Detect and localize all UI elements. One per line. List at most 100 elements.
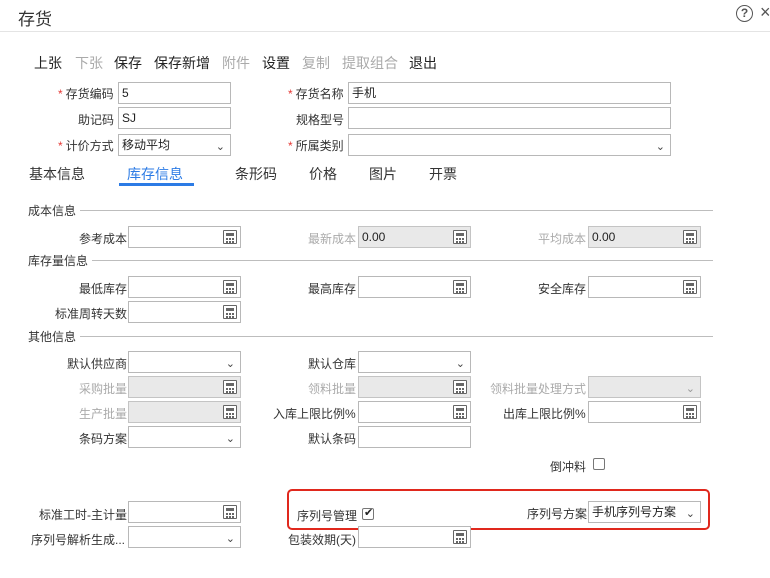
close-icon[interactable]: ×	[760, 2, 770, 23]
supplier-select[interactable]: ⌄	[128, 351, 241, 373]
avg-cost-label: 平均成本	[538, 232, 587, 246]
inbound-limit-input[interactable]	[358, 401, 471, 423]
warehouse-label: 默认仓库	[308, 357, 357, 371]
extract-combo-button[interactable]: 提取组合	[342, 53, 398, 73]
shelf-life-label: 包装效期(天)	[288, 533, 356, 547]
pick-batch-label: 领料批量	[308, 382, 357, 396]
section-cost-title: 成本信息	[28, 204, 77, 218]
max-stock-label: 最高库存	[308, 282, 357, 296]
serial-parse-select[interactable]: ⌄	[128, 526, 241, 548]
purchase-batch-label: 采购批量	[79, 382, 128, 396]
calculator-icon[interactable]	[223, 305, 237, 319]
default-barcode-input[interactable]	[358, 426, 471, 448]
serial-mgmt-label: 序列号管理	[297, 509, 358, 523]
shelf-life-input[interactable]	[358, 526, 471, 548]
serial-scheme-label: 序列号方案	[527, 507, 588, 521]
turnover-days-input[interactable]	[128, 301, 241, 323]
spec-label: 规格型号	[296, 113, 345, 127]
valuation-select[interactable]: 移动平均 ⌄	[118, 134, 231, 156]
calculator-icon[interactable]	[223, 505, 237, 519]
copy-button[interactable]: 复制	[302, 53, 330, 73]
active-tab-indicator	[119, 183, 194, 186]
tab-image[interactable]: 图片	[369, 164, 397, 184]
min-stock-input[interactable]	[128, 276, 241, 298]
calculator-icon	[223, 380, 237, 394]
window-title: 存货	[18, 10, 52, 29]
ref-cost-input[interactable]	[128, 226, 241, 248]
pick-batch-method-select: ⌄	[588, 376, 701, 398]
std-hours-label: 标准工时-主计量	[39, 508, 127, 522]
tab-price[interactable]: 价格	[309, 164, 337, 184]
warehouse-select[interactable]: ⌄	[358, 351, 471, 373]
default-barcode-label: 默认条码	[308, 432, 357, 446]
section-stock-title: 库存量信息	[28, 254, 89, 268]
calculator-icon[interactable]	[453, 280, 467, 294]
calculator-icon[interactable]	[453, 405, 467, 419]
min-stock-label: 最低库存	[79, 282, 128, 296]
section-other-title: 其他信息	[28, 330, 77, 344]
name-input[interactable]: 手机	[348, 82, 671, 104]
spec-input[interactable]	[348, 107, 671, 129]
code-label: * 存货编码	[58, 87, 114, 101]
serial-scheme-value: 手机序列号方案	[592, 505, 677, 519]
tab-basic[interactable]: 基本信息	[29, 164, 85, 184]
max-stock-input[interactable]	[358, 276, 471, 298]
prev-button[interactable]: 上张	[34, 53, 62, 73]
calculator-icon[interactable]	[223, 230, 237, 244]
production-batch-input	[128, 401, 241, 423]
section-divider	[92, 260, 713, 261]
avg-cost-input: 0.00	[588, 226, 701, 248]
title-divider	[0, 31, 770, 32]
serial-mgmt-checkbox[interactable]	[362, 506, 374, 520]
chevron-down-icon: ⌄	[225, 533, 235, 545]
next-button[interactable]: 下张	[75, 53, 103, 73]
chevron-down-icon: ⌄	[655, 141, 665, 153]
pick-batch-input	[358, 376, 471, 398]
calculator-icon[interactable]	[223, 280, 237, 294]
supplier-label: 默认供应商	[67, 357, 128, 371]
save-new-button[interactable]: 保存新增	[154, 53, 210, 73]
purchase-batch-input	[128, 376, 241, 398]
turnover-days-label: 标准周转天数	[55, 307, 128, 321]
latest-cost-value: 0.00	[362, 230, 386, 244]
calculator-icon[interactable]	[453, 530, 467, 544]
chevron-down-icon: ⌄	[225, 358, 235, 370]
tab-invoice[interactable]: 开票	[429, 164, 457, 184]
code-input[interactable]: 5	[118, 82, 231, 104]
attachment-button[interactable]: 附件	[222, 53, 250, 73]
calculator-icon[interactable]	[683, 405, 697, 419]
calculator-icon[interactable]	[683, 280, 697, 294]
std-hours-input[interactable]	[128, 501, 241, 523]
exit-button[interactable]: 退出	[409, 53, 437, 73]
valuation-label: * 计价方式	[58, 139, 114, 153]
backflush-checkbox[interactable]	[593, 458, 605, 470]
serial-parse-label: 序列号解析生成...	[31, 533, 126, 547]
serial-scheme-select[interactable]: 手机序列号方案 ⌄	[588, 501, 701, 523]
chevron-down-icon: ⌄	[455, 358, 465, 370]
mnemonic-input[interactable]: SJ	[118, 107, 231, 129]
save-button[interactable]: 保存	[114, 53, 142, 73]
mnemonic-label: 助记码	[78, 113, 115, 127]
help-icon[interactable]: ?	[736, 5, 753, 22]
section-divider	[80, 210, 713, 211]
ref-cost-label: 参考成本	[79, 232, 128, 246]
outbound-limit-label: 出库上限比例%	[503, 407, 586, 421]
barcode-scheme-select[interactable]: ⌄	[128, 426, 241, 448]
category-select[interactable]: ⌄	[348, 134, 671, 156]
latest-cost-label: 最新成本	[308, 232, 357, 246]
pick-batch-method-label: 领料批量处理方式	[490, 382, 587, 396]
production-batch-label: 生产批量	[79, 407, 128, 421]
safe-stock-input[interactable]	[588, 276, 701, 298]
barcode-scheme-label: 条码方案	[79, 432, 128, 446]
name-label: * 存货名称	[288, 87, 344, 101]
valuation-value: 移动平均	[122, 138, 171, 152]
calculator-icon	[453, 230, 467, 244]
chevron-down-icon: ⌄	[685, 508, 695, 520]
tab-barcode[interactable]: 条形码	[235, 164, 277, 184]
latest-cost-input: 0.00	[358, 226, 471, 248]
outbound-limit-input[interactable]	[588, 401, 701, 423]
chevron-down-icon: ⌄	[225, 433, 235, 445]
avg-cost-value: 0.00	[592, 230, 616, 244]
tab-stock[interactable]: 库存信息	[127, 164, 183, 184]
settings-button[interactable]: 设置	[262, 53, 290, 73]
